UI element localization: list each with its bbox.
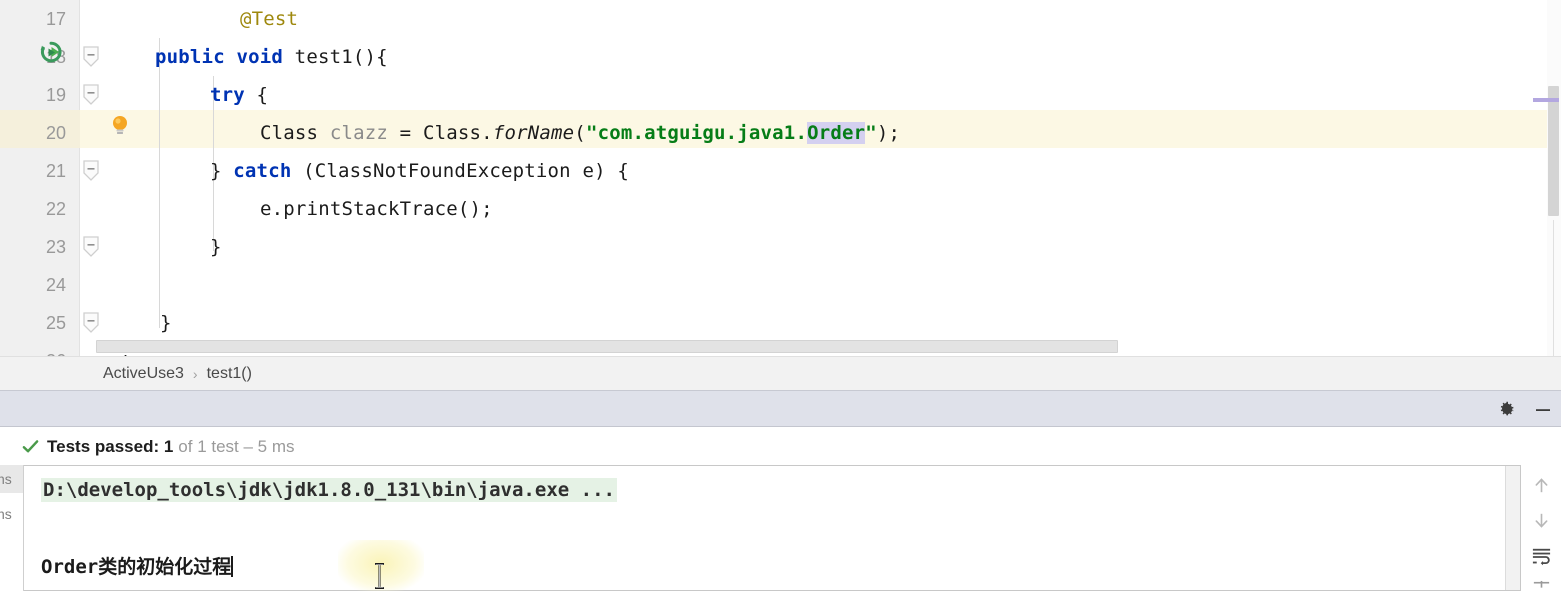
code-line[interactable]: 20 Class clazz = Class.forName("com.atgui…	[0, 114, 1561, 152]
code-token: e.printStackTrace();	[260, 198, 493, 220]
line-number: 22	[45, 199, 66, 219]
test-tree-row-duration-2: ns	[0, 506, 12, 522]
code-text: } catch (ClassNotFoundException e) {	[210, 152, 629, 190]
text-caret	[231, 556, 234, 577]
console-output[interactable]: D:\develop_tools\jdk\jdk1.8.0_131\bin\ja…	[24, 465, 1521, 591]
test-tree-row-duration-1: ns	[0, 471, 12, 487]
line-number: 23	[45, 237, 66, 257]
code-text: @Test	[240, 0, 298, 38]
console-output-text: Order类的初始化过程	[41, 556, 232, 578]
code-token: clazz	[329, 122, 389, 144]
console-output-line: Order类的初始化过程	[41, 552, 234, 579]
code-token: }	[210, 236, 222, 258]
code-line[interactable]: 22 e.printStackTrace();	[0, 190, 1561, 228]
scrollbar-divider	[1553, 220, 1554, 356]
code-token: "com.atguigu.java1.	[585, 122, 808, 144]
code-token: @Test	[240, 8, 299, 30]
line-number: 24	[45, 275, 66, 295]
code-token: {	[244, 84, 269, 106]
fold-collapse-icon[interactable]	[81, 236, 101, 258]
code-token: (	[574, 122, 586, 144]
code-text: public void test1(){	[155, 38, 388, 76]
code-line[interactable]: 24	[0, 266, 1561, 304]
console-vertical-scrollbar[interactable]	[1505, 466, 1520, 590]
code-token: "	[865, 122, 877, 144]
code-token: }	[160, 312, 172, 334]
lightbulb-icon[interactable]	[110, 114, 130, 136]
code-token: forName	[492, 122, 575, 144]
code-token: catch	[233, 160, 292, 182]
line-number: 25	[45, 313, 66, 333]
code-editor[interactable]: 17 @Test 18 public void test1(){19 try {20 Cl…	[0, 0, 1561, 356]
tests-passed-label: Tests passed: 1	[47, 436, 174, 456]
gear-icon[interactable]	[1497, 400, 1517, 420]
line-number: 17	[45, 9, 66, 29]
code-line[interactable]: 25}	[0, 304, 1561, 342]
editor-horizontal-scrollbar-thumb[interactable]	[96, 340, 1118, 353]
code-line[interactable]: 17 @Test	[0, 0, 1561, 38]
code-lines-container[interactable]: 17 @Test 18 public void test1(){19 try {20 Cl…	[0, 0, 1561, 356]
code-token: void	[236, 46, 284, 68]
run-panel-toolbar	[0, 390, 1561, 427]
soft-wrap-icon[interactable]	[1529, 545, 1553, 566]
code-token: public	[155, 46, 225, 68]
fold-collapse-icon[interactable]	[81, 84, 101, 106]
arrow-up-icon[interactable]	[1529, 475, 1553, 496]
editor-vertical-scrollbar-thumb[interactable]	[1548, 86, 1559, 216]
console-side-toolbar	[1521, 465, 1561, 591]
minimize-icon[interactable]	[1533, 400, 1553, 420]
scroll-end-icon[interactable]	[1529, 580, 1553, 591]
breadcrumb-separator-icon: ›	[192, 365, 198, 382]
code-line[interactable]: 19 try {	[0, 76, 1561, 114]
code-token: = Class.	[388, 122, 493, 144]
run-test-icon[interactable]	[40, 41, 62, 63]
code-token: );	[876, 122, 901, 144]
panel-toolbar-actions	[1497, 391, 1553, 428]
arrow-down-icon[interactable]	[1529, 510, 1553, 531]
occurrence-marker[interactable]	[1533, 98, 1559, 102]
tests-detail-label: of 1 test – 5 ms	[178, 436, 295, 456]
test-tree-edge[interactable]: ns ns	[0, 465, 24, 591]
fold-collapse-icon[interactable]	[81, 46, 101, 68]
code-text: e.printStackTrace();	[260, 190, 493, 228]
fold-collapse-icon[interactable]	[81, 160, 101, 182]
code-token: try	[210, 84, 245, 106]
code-text: }	[210, 228, 222, 266]
code-token: Class	[260, 122, 330, 144]
line-number: 20	[45, 123, 66, 143]
code-token: }	[210, 160, 234, 182]
code-line[interactable]: 18 public void test1(){	[0, 38, 1561, 76]
code-token: test1(){	[283, 46, 388, 68]
test-status-bar: Tests passed: 1 of 1 test – 5 ms	[0, 428, 1561, 465]
code-line[interactable]: 23}	[0, 228, 1561, 266]
breadcrumb-class[interactable]: ActiveUse3	[103, 365, 184, 383]
code-token: Order	[807, 122, 866, 144]
fold-collapse-icon[interactable]	[81, 312, 101, 334]
console-command-line: D:\develop_tools\jdk\jdk1.8.0_131\bin\ja…	[41, 478, 617, 502]
check-icon	[22, 438, 39, 455]
breadcrumb: ActiveUse3 › test1()	[0, 356, 1561, 390]
breadcrumb-method[interactable]: test1()	[207, 365, 252, 383]
intellij-idea-window: 17 @Test 18 public void test1(){19 try {20 Cl…	[0, 0, 1561, 591]
line-number: 21	[45, 161, 66, 181]
line-number: 19	[45, 85, 66, 105]
code-text: }	[160, 304, 172, 342]
line-number: 26	[0, 342, 66, 356]
code-text: try {	[210, 76, 268, 114]
code-text: Class clazz = Class.forName("com.atguigu…	[260, 114, 900, 152]
code-line[interactable]: 21} catch (ClassNotFoundException e) {	[0, 152, 1561, 190]
code-token: (ClassNotFoundException e) {	[291, 160, 630, 182]
